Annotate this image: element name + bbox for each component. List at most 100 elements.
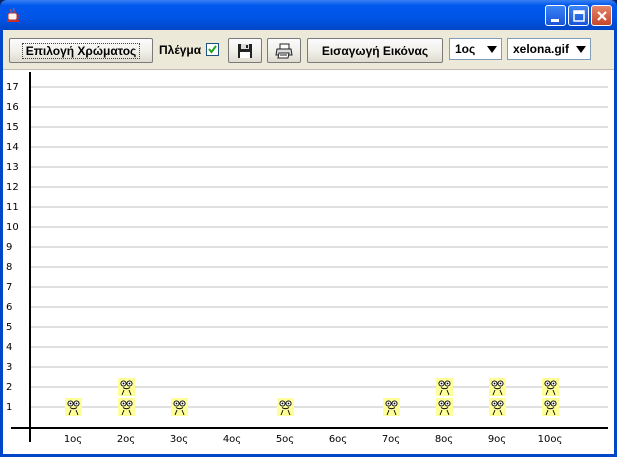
x-tick-label: 7ος	[382, 434, 400, 445]
y-tick-label: 12	[6, 182, 19, 193]
marker-pupil	[440, 382, 443, 385]
y-tick-label: 1	[6, 402, 12, 413]
floppy-disk-icon	[238, 43, 252, 58]
checkmark-icon	[208, 45, 217, 54]
x-tick-label: 1ος	[64, 434, 82, 445]
x-tick-label: 9ος	[488, 434, 506, 445]
player-select[interactable]: 1ος	[449, 38, 502, 60]
marker-pupil	[499, 402, 502, 405]
y-tick-label: 4	[6, 342, 12, 353]
choose-color-button[interactable]: Επιλογή Χρώματος	[9, 38, 153, 63]
marker-pupil	[440, 402, 443, 405]
x-tick-label: 4ος	[223, 434, 241, 445]
y-tick-label: 5	[6, 322, 12, 333]
smiley-face-icon	[542, 398, 559, 416]
x-tick-label: 10ος	[538, 434, 563, 445]
smiley-face-icon	[489, 398, 506, 416]
marker-pupil	[75, 402, 78, 405]
insert-image-button[interactable]: Εισαγωγή Εικόνας	[307, 38, 443, 63]
marker-background	[542, 378, 559, 396]
marker-pupil	[446, 382, 449, 385]
x-tick-label: 3ος	[170, 434, 188, 445]
marker-pupil	[387, 402, 390, 405]
close-button[interactable]	[591, 5, 612, 26]
marker-pupil	[287, 402, 290, 405]
minimize-button[interactable]	[545, 5, 566, 26]
y-tick-label: 13	[6, 162, 19, 173]
player-select-value: 1ος	[455, 42, 476, 56]
java-cup-icon	[7, 7, 20, 22]
save-button[interactable]	[228, 38, 262, 63]
print-button[interactable]	[267, 38, 301, 63]
marker-pupil	[281, 402, 284, 405]
marker-pupil	[493, 382, 496, 385]
y-tick-label: 7	[6, 282, 12, 293]
x-tick-label: 2ος	[117, 434, 135, 445]
y-tick-label: 17	[6, 82, 19, 93]
y-tick-label: 9	[6, 242, 12, 253]
marker-pupil	[552, 402, 555, 405]
marker-background	[118, 378, 135, 396]
marker-background	[171, 398, 188, 416]
marker-background	[65, 398, 82, 416]
marker-pupil	[446, 402, 449, 405]
title-bar[interactable]	[0, 0, 617, 30]
marker-pupil	[499, 382, 502, 385]
close-icon	[597, 11, 607, 21]
chevron-down-icon	[487, 46, 497, 53]
x-tick-label: 5ος	[276, 434, 294, 445]
y-tick-label: 14	[6, 142, 19, 153]
toolbar: Επιλογή Χρώματος Πλέγμα Εισαγωγή Εικόνας…	[3, 30, 614, 70]
maximize-icon	[573, 10, 585, 22]
image-select[interactable]: xelona.gif	[507, 38, 591, 60]
marker-pupil	[181, 402, 184, 405]
marker-pupil	[493, 402, 496, 405]
marker-background	[542, 398, 559, 416]
marker-background	[118, 398, 135, 416]
marker-pupil	[552, 382, 555, 385]
chevron-down-icon	[576, 46, 586, 53]
marker-pupil	[128, 402, 131, 405]
marker-pupil	[128, 382, 131, 385]
smiley-face-icon	[542, 378, 559, 396]
smiley-face-icon	[171, 398, 188, 416]
choose-color-label: Επιλογή Χρώματος	[21, 42, 141, 59]
insert-image-label: Εισαγωγή Εικόνας	[321, 43, 429, 58]
marker-pupil	[122, 382, 125, 385]
grid-checkbox[interactable]	[206, 43, 219, 56]
x-tick-label: 6ος	[329, 434, 347, 445]
y-tick-label: 10	[6, 222, 19, 233]
y-tick-label: 2	[6, 382, 12, 393]
marker-background	[489, 398, 506, 416]
smiley-face-icon	[489, 378, 506, 396]
smiley-face-icon	[118, 398, 135, 416]
marker-background	[436, 398, 453, 416]
application-window: Επιλογή Χρώματος Πλέγμα Εισαγωγή Εικόνας…	[0, 0, 617, 457]
smiley-face-icon	[436, 398, 453, 416]
image-select-value: xelona.gif	[513, 42, 570, 56]
y-tick-label: 3	[6, 362, 12, 373]
marker-background	[277, 398, 294, 416]
grid-checkbox-label: Πλέγμα	[159, 43, 202, 57]
smiley-face-icon	[277, 398, 294, 416]
maximize-button[interactable]	[568, 5, 589, 26]
marker-background	[436, 378, 453, 396]
y-tick-label: 11	[6, 202, 19, 213]
y-tick-label: 6	[6, 302, 12, 313]
marker-pupil	[546, 382, 549, 385]
smiley-face-icon	[383, 398, 400, 416]
marker-pupil	[393, 402, 396, 405]
pictograph-chart: 1 2 3 4 5 6 7 8 9 10 11 12 13 14 15 16 17 1ος 2ος 3ος 4ος 5ος…	[3, 70, 614, 454]
marker-pupil	[546, 402, 549, 405]
printer-icon	[275, 43, 293, 58]
marker-pupil	[122, 402, 125, 405]
smiley-face-icon	[65, 398, 82, 416]
y-tick-label: 15	[6, 122, 19, 133]
marker-pupil	[175, 402, 178, 405]
smiley-face-icon	[118, 378, 135, 396]
marker-pupil	[69, 402, 72, 405]
y-tick-label: 8	[6, 262, 12, 273]
y-tick-label: 16	[6, 102, 19, 113]
x-tick-label: 8ος	[435, 434, 453, 445]
minimize-icon	[551, 19, 559, 22]
